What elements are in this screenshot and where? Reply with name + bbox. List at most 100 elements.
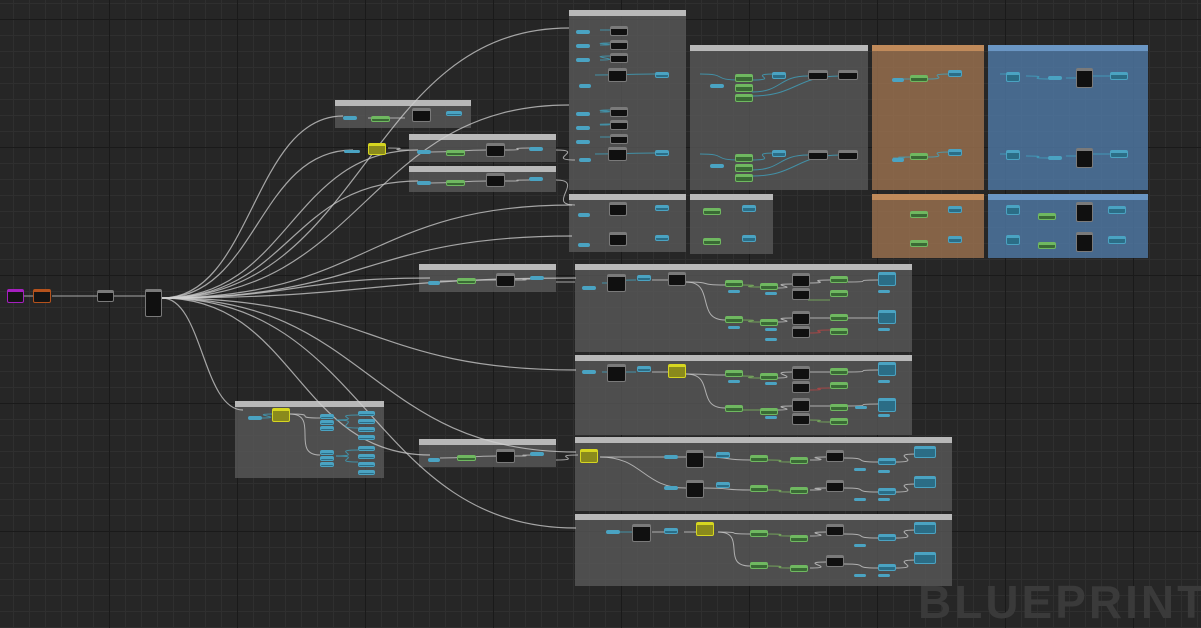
math-node[interactable] — [750, 485, 768, 492]
variable-getter-node[interactable] — [878, 458, 896, 465]
function-node[interactable] — [412, 108, 431, 122]
function-node[interactable] — [97, 290, 114, 302]
blueprint-wire[interactable] — [599, 109, 611, 113]
blueprint-wire[interactable] — [843, 457, 879, 463]
variable-getter-node[interactable] — [854, 498, 866, 501]
variable-getter-node[interactable] — [320, 462, 334, 467]
math-node[interactable] — [735, 174, 753, 182]
blueprint-wire[interactable] — [807, 387, 831, 391]
math-node[interactable] — [830, 314, 848, 321]
math-node[interactable] — [830, 276, 848, 283]
blueprint-wire[interactable] — [161, 149, 354, 299]
variable-getter-node[interactable] — [530, 276, 544, 280]
function-node[interactable] — [826, 450, 844, 462]
variable-getter-node[interactable] — [914, 446, 936, 458]
variable-getter-node[interactable] — [358, 454, 375, 459]
variable-getter-node[interactable] — [637, 275, 651, 281]
variable-getter-node[interactable] — [664, 455, 678, 459]
variable-getter-node[interactable] — [358, 470, 375, 475]
blueprint-wire[interactable] — [775, 371, 793, 379]
function-node[interactable] — [686, 450, 704, 468]
variable-getter-node[interactable] — [878, 488, 896, 495]
variable-getter-node[interactable] — [446, 111, 462, 116]
variable-getter-node[interactable] — [1110, 150, 1128, 158]
event-node[interactable] — [7, 289, 24, 303]
blueprint-wire[interactable] — [925, 73, 951, 80]
function-node[interactable] — [610, 134, 628, 144]
blueprint-wire[interactable] — [161, 297, 244, 411]
math-node[interactable] — [735, 74, 753, 82]
variable-getter-node[interactable] — [1006, 150, 1020, 160]
variable-getter-node[interactable] — [343, 116, 357, 120]
blueprint-wire[interactable] — [555, 454, 579, 461]
function-node[interactable] — [145, 289, 162, 317]
variable-getter-node[interactable] — [576, 112, 590, 116]
math-node[interactable] — [446, 180, 465, 186]
function-node[interactable] — [610, 53, 628, 63]
blueprint-wire[interactable] — [335, 455, 359, 463]
math-node[interactable] — [790, 535, 808, 542]
variable-getter-node[interactable] — [742, 235, 756, 242]
blueprint-wire[interactable] — [699, 153, 741, 161]
variable-getter-node[interactable] — [1006, 72, 1020, 82]
function-node[interactable] — [826, 480, 844, 492]
blueprint-wire[interactable] — [161, 104, 570, 299]
math-node[interactable] — [830, 290, 848, 297]
variable-getter-node[interactable] — [878, 574, 890, 577]
variable-getter-node[interactable] — [742, 205, 756, 212]
math-node[interactable] — [735, 164, 753, 172]
function-node[interactable] — [496, 449, 515, 463]
variable-getter-node[interactable] — [664, 486, 678, 490]
blueprint-wire[interactable] — [807, 279, 831, 284]
blueprint-wire[interactable] — [895, 483, 917, 493]
function-node[interactable] — [608, 147, 627, 161]
blueprint-wire[interactable] — [807, 329, 831, 334]
blueprint-wire[interactable] — [847, 279, 879, 283]
variable-getter-node[interactable] — [1006, 235, 1020, 245]
function-node[interactable] — [792, 413, 810, 425]
blueprint-wire[interactable] — [161, 27, 570, 299]
function-node[interactable] — [808, 70, 828, 80]
blueprint-wire[interactable] — [741, 284, 761, 288]
variable-getter-node[interactable] — [765, 416, 777, 419]
variable-getter-node[interactable] — [772, 150, 786, 157]
blueprint-wire[interactable] — [767, 533, 793, 537]
function-node[interactable] — [608, 68, 627, 82]
blueprint-wire[interactable] — [699, 73, 741, 81]
math-node[interactable] — [1038, 213, 1056, 220]
variable-getter-node[interactable] — [664, 528, 678, 534]
math-node[interactable] — [830, 382, 848, 389]
blueprint-wire[interactable] — [925, 151, 951, 158]
variable-getter-node[interactable] — [578, 243, 590, 247]
variable-getter-node[interactable] — [1048, 156, 1062, 160]
variable-getter-node[interactable] — [358, 446, 375, 451]
function-node[interactable] — [610, 40, 628, 50]
variable-getter-node[interactable] — [1108, 236, 1126, 244]
function-node[interactable] — [668, 272, 686, 286]
variable-getter-node[interactable] — [710, 164, 724, 168]
blueprint-wire[interactable] — [685, 281, 726, 321]
math-node[interactable] — [830, 404, 848, 411]
variable-getter-node[interactable] — [529, 147, 543, 151]
blueprint-wire[interactable] — [847, 369, 879, 373]
blueprint-wire[interactable] — [895, 453, 917, 463]
variable-getter-node[interactable] — [655, 205, 669, 211]
math-node[interactable] — [457, 455, 476, 461]
blueprint-wire[interactable] — [717, 531, 751, 567]
function-node[interactable] — [609, 232, 627, 246]
blueprint-wire[interactable] — [335, 414, 359, 421]
variable-getter-node[interactable] — [358, 419, 375, 424]
variable-getter-node[interactable] — [1048, 76, 1062, 80]
function-node[interactable] — [610, 120, 628, 130]
function-node[interactable] — [610, 26, 628, 36]
variable-getter-node[interactable] — [878, 470, 890, 473]
variable-getter-node[interactable] — [892, 78, 904, 82]
blueprint-wire[interactable] — [741, 319, 761, 323]
function-node[interactable] — [610, 107, 628, 117]
math-node[interactable] — [760, 373, 778, 380]
variable-getter-node[interactable] — [358, 462, 375, 467]
math-node[interactable] — [910, 211, 928, 218]
blueprint-wire[interactable] — [767, 565, 793, 569]
blueprint-wire[interactable] — [703, 487, 751, 491]
math-node[interactable] — [703, 208, 721, 215]
